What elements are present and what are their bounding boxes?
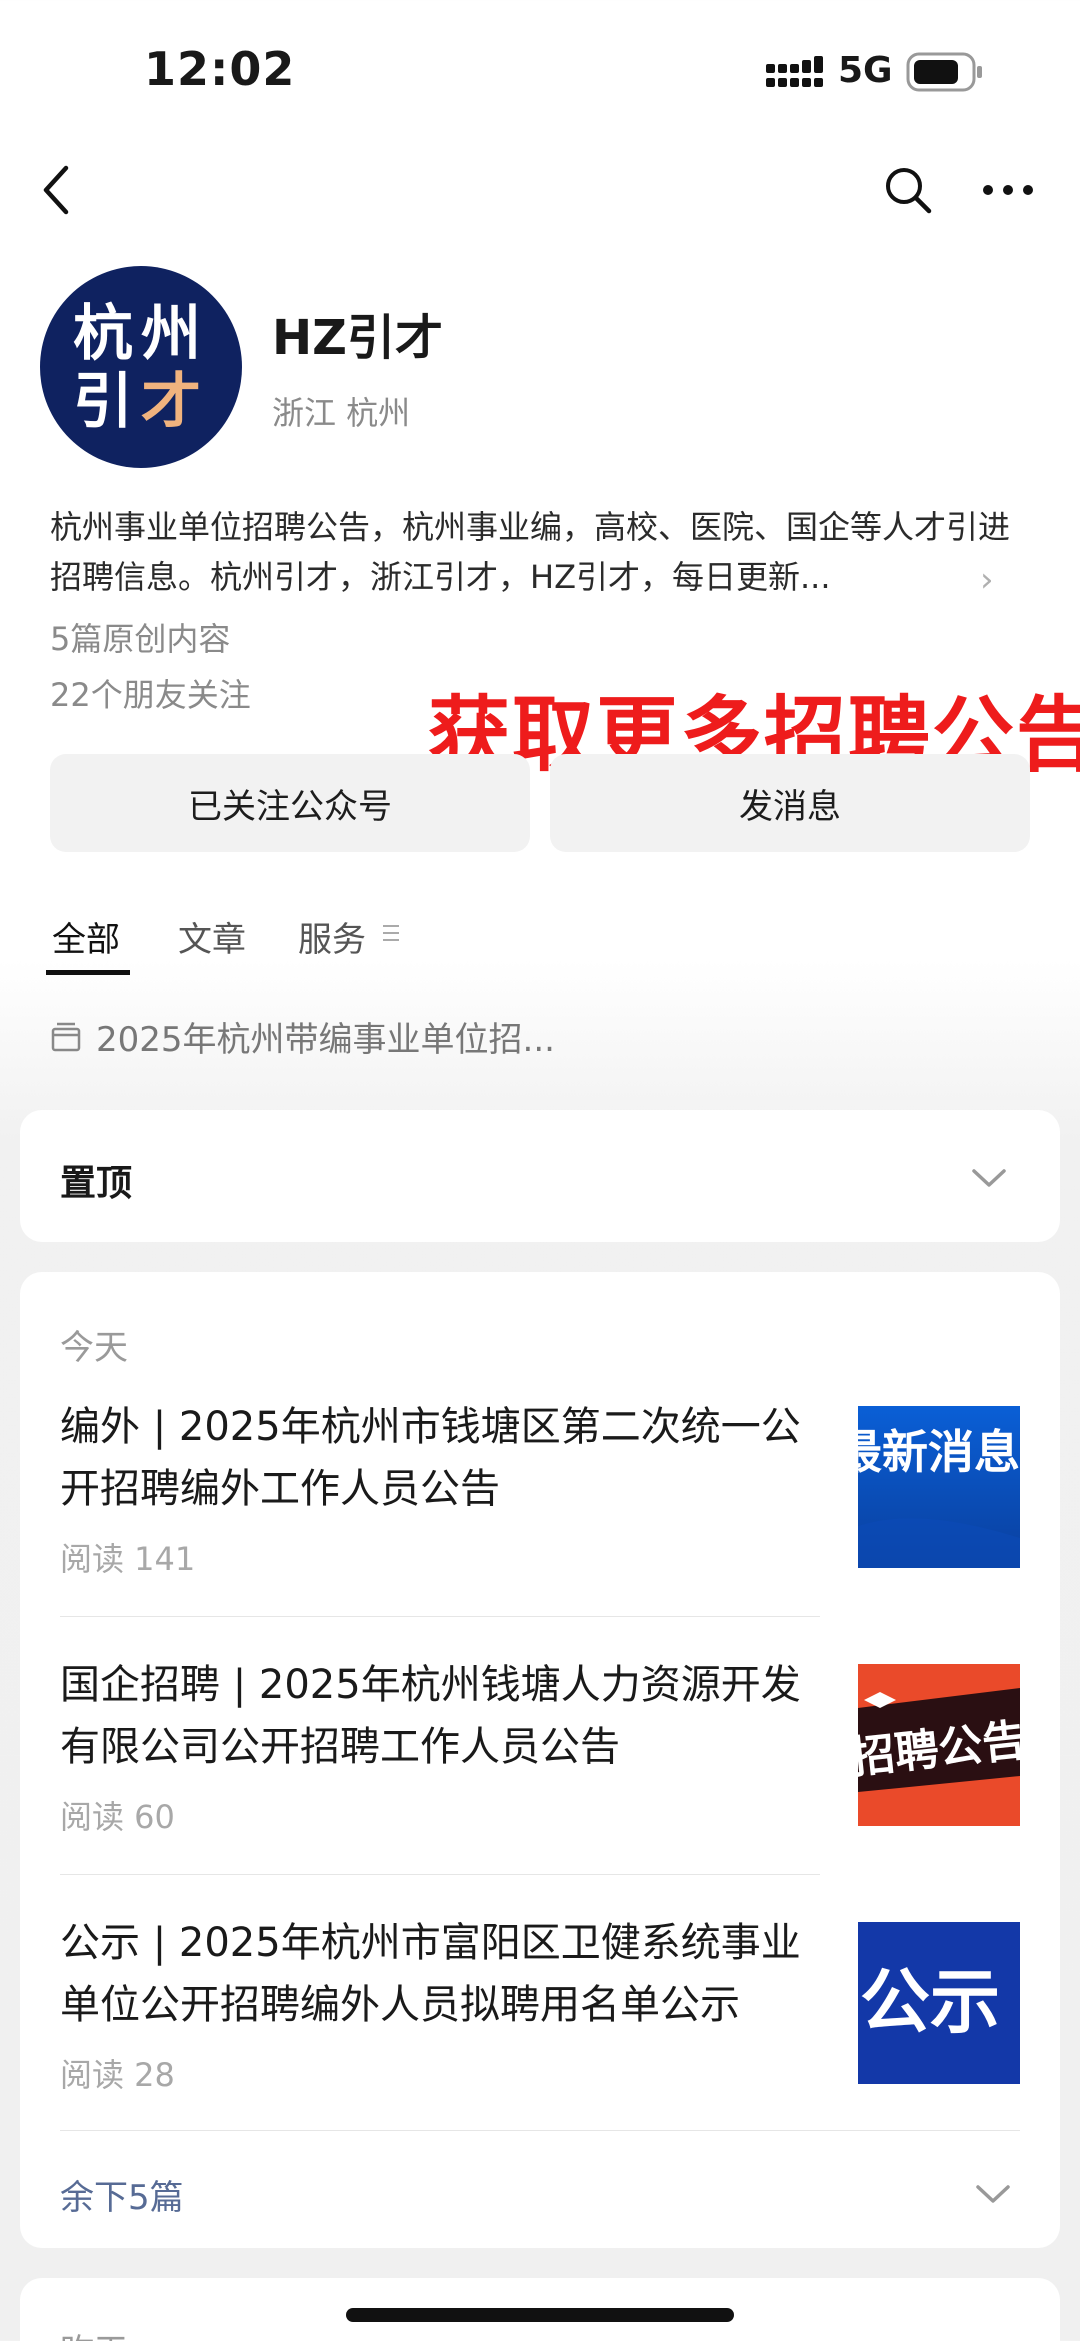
chevron-down-icon[interactable]: [970, 1166, 1008, 1190]
send-message-button[interactable]: 发消息: [550, 754, 1030, 852]
status-time: 12:02: [144, 42, 296, 96]
account-description[interactable]: 杭州事业单位招聘公告，杭州事业编，高校、医院、国企等人才引进招聘信息。杭州引才，…: [50, 502, 1040, 602]
avatar-text-line1: 杭州: [73, 299, 209, 369]
article-title[interactable]: 编外 | 2025年杭州市钱塘区第二次统一公开招聘编外工作人员公告: [60, 1396, 830, 1520]
account-location: 浙江 杭州: [272, 394, 411, 432]
account-name: HZ引才: [272, 310, 443, 366]
pinned-section-card[interactable]: [20, 1110, 1060, 1242]
battery-icon: [906, 52, 982, 92]
article-thumbnail[interactable]: 招聘公告: [858, 1664, 1020, 1826]
thumbnail-text: 公示: [860, 1961, 1000, 2043]
divider: [60, 1616, 820, 1617]
menu-lines-icon[interactable]: [382, 922, 400, 944]
day-label-today: 今天: [60, 1328, 128, 1368]
tab-active-indicator: [46, 970, 130, 975]
original-count: 5篇原创内容: [50, 620, 231, 658]
more-dots-icon[interactable]: [978, 160, 1038, 220]
article-thumbnail[interactable]: 公示: [858, 1922, 1020, 2084]
article-read-count: 阅读 60: [60, 1798, 175, 1836]
avatar-text-char: 引: [73, 367, 141, 437]
chevron-down-icon[interactable]: [974, 2182, 1012, 2206]
signal-icon: [766, 56, 823, 87]
divider: [60, 2130, 1020, 2131]
back-arrow-icon[interactable]: [26, 160, 86, 220]
folder-icon: [51, 1022, 81, 1051]
pinned-section-label: 置顶: [60, 1163, 133, 1204]
followed-button[interactable]: 已关注公众号: [50, 754, 530, 852]
tab-services[interactable]: 服务: [298, 912, 366, 961]
article-read-count: 阅读 141: [60, 1540, 196, 1578]
chevron-right-icon[interactable]: ›: [980, 560, 994, 600]
article-title[interactable]: 公示 | 2025年杭州市富阳区卫健系统事业单位公开招聘编外人员拟聘用名单公示: [60, 1912, 830, 2036]
article-title[interactable]: 国企招聘 | 2025年杭州钱塘人力资源开发有限公司公开招聘工作人员公告: [60, 1654, 830, 1778]
article-thumbnail[interactable]: 最新消息: [858, 1406, 1020, 1568]
thumbnail-text: 最新消息: [858, 1425, 1020, 1479]
tab-articles[interactable]: 文章: [178, 912, 246, 961]
network-type: 5G: [838, 50, 893, 91]
article-read-count: 阅读 28: [60, 2056, 175, 2094]
pinned-collection[interactable]: 2025年杭州带编事业单位招...: [50, 1012, 555, 1061]
day-label-yesterday: 昨天: [60, 2324, 128, 2341]
divider: [60, 1874, 820, 1875]
tab-all[interactable]: 全部: [52, 912, 120, 961]
search-icon[interactable]: [878, 160, 938, 220]
avatar[interactable]: 杭州 引才: [40, 266, 242, 468]
home-indicator[interactable]: [346, 2308, 734, 2322]
show-more-link[interactable]: 余下5篇: [60, 2170, 184, 2219]
avatar-text-accent-char: 才: [141, 367, 209, 437]
friends-following[interactable]: 22个朋友关注: [50, 670, 251, 716]
pinned-collection-label: 2025年杭州带编事业单位招...: [96, 1020, 555, 1060]
